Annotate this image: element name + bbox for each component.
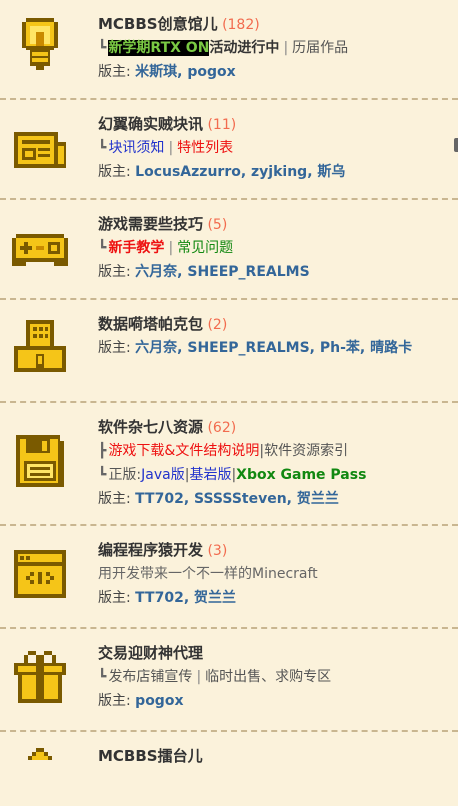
moderator-links[interactable]: pogox [135,693,183,709]
subforum-links: ┣ 游戏下载&文件结构说明|软件资源索引 [98,439,458,463]
moderator-links[interactable]: TT702, SSSSSteven, 贺兰兰 [135,491,339,507]
tree-connector: ┗ [98,669,107,685]
forum-item-arena: MCBBS擂台儿 [0,732,458,792]
subforum-links: ┗ 正版:Java版|基岩版|Xbox Game Pass [98,463,458,487]
subforum-link-shop[interactable]: 发布店铺宣传 [108,669,192,685]
subforum-link-features[interactable]: 特性列表 [177,140,233,156]
subforum-link-index[interactable]: |软件资源索引 [259,443,348,459]
subforum-link-tutorial[interactable]: 新手教学 [108,240,164,256]
forum-item-news: 幻翼确实贼块讯 (11) ┗ 块讯须知 | 特性列表 版主: LocusAzzurro… [0,100,458,200]
subforum-links: ┗ 发布店铺宣传 | 临时出售、求购专区 [98,665,458,689]
house-icon[interactable] [10,746,70,806]
post-count: (3) [207,543,228,559]
tree-connector: ┗ [98,467,107,483]
subforum-links: ┗ 新学期RTX ON活动进行中 | 历届作品 [98,36,458,60]
moderator-label: 版主: [98,693,131,709]
subforum-link-event[interactable]: 活动进行中 [209,40,279,56]
moderator-label: 版主: [98,491,131,507]
forum-item-programming: 编程程序猿开发 (3) 用开发带来一个不一样的Minecraft 版主: TT7… [0,526,458,629]
forum-name[interactable]: 游戏需要些技巧 [98,215,203,233]
moderator-links[interactable]: 六月奈, SHEEP_REALMS, Ph-苯, 晴路卡 [135,340,412,356]
newspaper-icon[interactable] [10,118,70,178]
forum-name[interactable]: 幻翼确实贼块讯 [98,115,203,133]
subforum-link-rules[interactable]: 块讯须知 [108,140,164,156]
moderator-links[interactable]: LocusAzzurro, zyjking, 斯乌 [135,164,345,180]
forum-name[interactable]: 软件杂七八资源 [98,418,203,436]
tree-connector: ┗ [98,140,107,156]
subforum-link-xbox[interactable]: Xbox Game Pass [236,467,366,483]
post-count: (182) [222,17,260,33]
forum-item-trade: 交易迎财神代理 ┗ 发布店铺宣传 | 临时出售、求购专区 版主: pogox [0,629,458,732]
separator: | [283,40,289,56]
moderator-label: 版主: [98,64,131,80]
floppy-disk-icon[interactable] [10,431,70,491]
package-icon[interactable] [10,316,70,376]
forum-item-datapack: 数据嗬塔帕克包 (2) 版主: 六月奈, SHEEP_REALMS, Ph-苯,… [0,300,458,403]
forum-name[interactable]: MCBBS创意馆儿 [98,15,218,33]
scroll-edge-marker [454,138,458,152]
moderator-label: 版主: [98,590,131,606]
tree-connector: ┣ [98,443,107,459]
moderator-label: 版主: [98,264,131,280]
subforum-label-official: 正版: [108,467,142,483]
gamepad-icon[interactable] [10,218,70,278]
forum-name[interactable]: 数据嗬塔帕克包 [98,315,203,333]
subforum-link-bedrock[interactable]: 基岩版 [189,467,231,483]
moderator-links[interactable]: 米斯琪, pogox [135,64,236,80]
subforum-links: ┗ 块讯须知 | 特性列表 [98,136,458,160]
forum-item-software: 软件杂七八资源 (62) ┣ 游戏下载&文件结构说明|软件资源索引 ┗ 正版:Jav… [0,403,458,526]
post-count: (5) [207,217,228,233]
tree-connector: ┗ [98,240,107,256]
forum-item-tips: 游戏需要些技巧 (5) ┗ 新手教学 | 常见问题 版主: 六月奈, SHEEP_RE… [0,200,458,300]
forum-description: 用开发带来一个不一样的Minecraft [98,566,318,582]
post-count: (11) [207,117,237,133]
moderator-links[interactable]: TT702, 贺兰兰 [135,590,236,606]
subforum-link-download[interactable]: 游戏下载&文件结构说明 [108,443,259,459]
code-window-icon[interactable] [10,544,70,604]
moderator-label: 版主: [98,164,131,180]
forum-list: MCBBS创意馆儿 (182) ┗ 新学期RTX ON活动进行中 | 历届作品 版主:… [0,0,458,792]
forum-item-creative: MCBBS创意馆儿 (182) ┗ 新学期RTX ON活动进行中 | 历届作品 版主:… [0,0,458,100]
forum-name[interactable]: 编程程序猿开发 [98,541,203,559]
subforum-link-history[interactable]: 历届作品 [292,40,348,56]
gift-box-icon[interactable] [10,647,70,707]
forum-name[interactable]: 交易迎财神代理 [98,644,203,662]
moderator-label: 版主: [98,340,131,356]
lightbulb-icon[interactable] [10,14,70,74]
subforum-links: ┗ 新手教学 | 常见问题 [98,236,458,260]
post-count: (2) [207,317,228,333]
separator: | [168,240,174,256]
post-count: (62) [207,420,237,436]
subforum-link-rtx[interactable]: 新学期RTX ON [108,40,210,56]
tree-connector: ┗ [98,40,107,56]
moderator-links[interactable]: 六月奈, SHEEP_REALMS [135,264,310,280]
forum-name[interactable]: MCBBS擂台儿 [98,747,203,765]
separator: | [168,140,174,156]
separator: | [196,669,202,685]
subforum-link-market[interactable]: 临时出售、求购专区 [205,669,331,685]
subforum-link-java[interactable]: Java版 [141,467,185,483]
subforum-link-faq[interactable]: 常见问题 [177,240,233,256]
